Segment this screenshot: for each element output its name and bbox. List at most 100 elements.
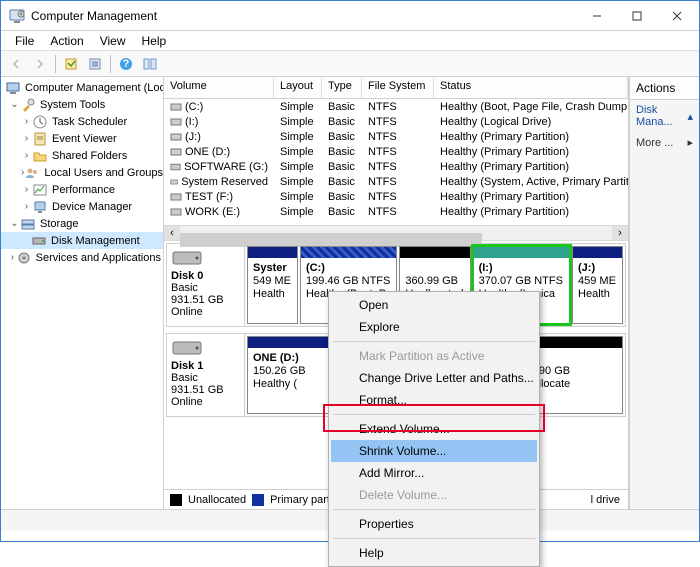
collapse-icon: ▴ — [687, 110, 693, 123]
actions-disk-mgmt[interactable]: Disk Mana... ▴ — [630, 100, 699, 132]
expand-icon[interactable]: › — [21, 184, 32, 195]
tree-item-shared-folders[interactable]: ›Shared Folders — [1, 147, 163, 164]
volume-icon — [170, 146, 182, 158]
help-button[interactable]: ? — [115, 53, 137, 75]
storage-icon — [20, 216, 36, 232]
expand-icon[interactable]: › — [9, 252, 16, 263]
svg-text:?: ? — [123, 58, 130, 70]
close-button[interactable] — [657, 2, 697, 30]
app-icon — [9, 8, 25, 24]
ctx-format[interactable]: Format... — [331, 389, 537, 411]
expand-icon[interactable]: › — [21, 133, 32, 144]
expand-icon[interactable]: › — [21, 201, 32, 212]
ctx-change-drive-letter-and-paths[interactable]: Change Drive Letter and Paths... — [331, 367, 537, 389]
tools-icon — [20, 97, 36, 113]
collapse-icon[interactable]: ⌄ — [9, 99, 20, 110]
expand-icon[interactable]: › — [21, 150, 32, 161]
disk-icon — [171, 248, 203, 268]
layout-button[interactable] — [139, 53, 161, 75]
chevron-right-icon: ▸ — [687, 136, 693, 149]
tree-item-local-users-and-groups[interactable]: ›Local Users and Groups — [1, 164, 163, 181]
legend-swatch-primary — [252, 494, 264, 506]
h-scrollbar[interactable]: ‹ › — [164, 225, 628, 241]
menu-bar: File Action View Help — [1, 31, 699, 51]
event-icon — [32, 131, 48, 147]
volume-icon — [170, 101, 182, 113]
computer-icon — [5, 80, 21, 96]
menu-action[interactable]: Action — [42, 32, 91, 50]
tree-item-task-scheduler[interactable]: ›Task Scheduler — [1, 113, 163, 130]
ctx-explore[interactable]: Explore — [331, 316, 537, 338]
ctx-shrink-volume[interactable]: Shrink Volume... — [331, 440, 537, 462]
volume-icon — [170, 191, 182, 203]
col-status[interactable]: Status — [434, 77, 628, 98]
options-button[interactable] — [84, 53, 106, 75]
actions-pane: Actions Disk Mana... ▴ More ... ▸ — [629, 77, 699, 509]
refresh-button[interactable] — [60, 53, 82, 75]
menu-help[interactable]: Help — [134, 32, 175, 50]
expand-icon[interactable]: › — [21, 116, 32, 127]
volume-row[interactable]: (I:)SimpleBasicNTFSHealthy (Logical Driv… — [164, 114, 628, 129]
actions-more[interactable]: More ... ▸ — [630, 132, 699, 153]
users-icon — [24, 165, 40, 181]
device-icon — [32, 199, 48, 215]
volume-list[interactable]: (C:)SimpleBasicNTFSHealthy (Boot, Page F… — [164, 99, 628, 225]
partition[interactable]: (J:)459 MEHealth — [572, 246, 623, 324]
disk-icon — [171, 338, 203, 358]
scroll-right-icon[interactable]: › — [612, 226, 628, 240]
window-title: Computer Management — [31, 9, 577, 23]
col-fs[interactable]: File System — [362, 77, 434, 98]
ctx-help[interactable]: Help — [331, 542, 537, 564]
volume-row[interactable]: WORK (E:)SimpleBasicNTFSHealthy (Primary… — [164, 204, 628, 219]
scroll-thumb[interactable] — [180, 233, 482, 247]
tree-item-event-viewer[interactable]: ›Event Viewer — [1, 130, 163, 147]
ctx-mark-partition-as-active: Mark Partition as Active — [331, 345, 537, 367]
col-volume[interactable]: Volume — [164, 77, 274, 98]
legend-primary: Primary parti — [270, 494, 332, 506]
ctx-add-mirror[interactable]: Add Mirror... — [331, 462, 537, 484]
minimize-button[interactable] — [577, 2, 617, 30]
menu-view[interactable]: View — [92, 32, 134, 50]
volume-row[interactable]: SOFTWARE (G:)SimpleBasicNTFSHealthy (Pri… — [164, 159, 628, 174]
ctx-properties[interactable]: Properties — [331, 513, 537, 535]
folder-icon — [32, 148, 48, 164]
ctx-extend-volume[interactable]: Extend Volume... — [331, 418, 537, 440]
tree-storage[interactable]: ⌄ Storage — [1, 215, 163, 232]
title-bar: Computer Management — [1, 1, 699, 31]
ctx-open[interactable]: Open — [331, 294, 537, 316]
volume-icon — [170, 161, 181, 173]
forward-button — [29, 53, 51, 75]
col-type[interactable]: Type — [322, 77, 362, 98]
volume-row[interactable]: (J:)SimpleBasicNTFSHealthy (Primary Part… — [164, 129, 628, 144]
disk-icon — [31, 233, 47, 249]
disk-info: Disk 0Basic931.51 GBOnline — [167, 244, 245, 326]
nav-tree[interactable]: Computer Management (Local ⌄ System Tool… — [1, 77, 164, 509]
legend-logical: l drive — [591, 494, 628, 506]
menu-file[interactable]: File — [7, 32, 42, 50]
col-layout[interactable]: Layout — [274, 77, 322, 98]
collapse-icon[interactable]: ⌄ — [9, 218, 20, 229]
toolbar: ? — [1, 51, 699, 77]
volume-row[interactable]: ONE (D:)SimpleBasicNTFSHealthy (Primary … — [164, 144, 628, 159]
volume-header[interactable]: Volume Layout Type File System Status — [164, 77, 628, 99]
tree-disk-management[interactable]: Disk Management — [1, 232, 163, 249]
ctx-delete-volume: Delete Volume... — [331, 484, 537, 506]
tree-root[interactable]: Computer Management (Local — [1, 79, 163, 96]
volume-icon — [170, 116, 182, 128]
clock-icon — [32, 114, 48, 130]
maximize-button[interactable] — [617, 2, 657, 30]
tree-system-tools[interactable]: ⌄ System Tools — [1, 96, 163, 113]
tree-services[interactable]: › Services and Applications — [1, 249, 163, 266]
scroll-left-icon[interactable]: ‹ — [164, 226, 180, 240]
services-icon — [16, 250, 32, 266]
tree-item-performance[interactable]: ›Performance — [1, 181, 163, 198]
perf-icon — [32, 182, 48, 198]
volume-row[interactable]: (C:)SimpleBasicNTFSHealthy (Boot, Page F… — [164, 99, 628, 114]
context-menu[interactable]: OpenExplore Mark Partition as ActiveChang… — [328, 291, 540, 567]
volume-icon — [170, 131, 182, 143]
volume-row[interactable]: TEST (F:)SimpleBasicNTFSHealthy (Primary… — [164, 189, 628, 204]
tree-item-device-manager[interactable]: ›Device Manager — [1, 198, 163, 215]
legend-swatch-unallocated — [170, 494, 182, 506]
partition[interactable]: Syster549 MEHealth — [247, 246, 298, 324]
volume-row[interactable]: System ReservedSimpleBasicNTFSHealthy (S… — [164, 174, 628, 189]
